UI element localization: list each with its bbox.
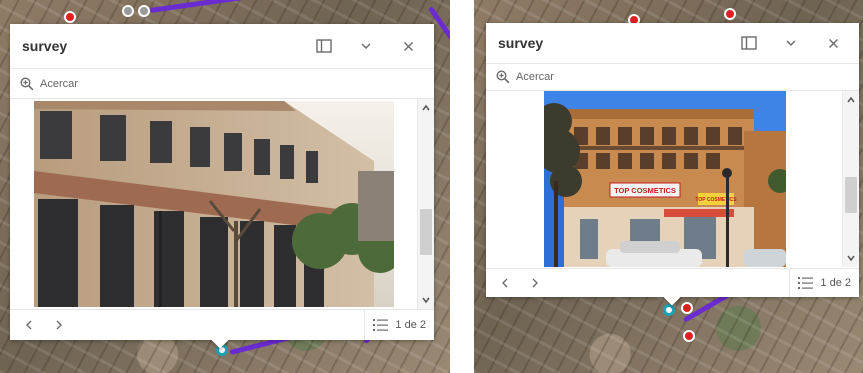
next-feature-button[interactable] <box>48 314 70 336</box>
feature-list-icon <box>373 319 389 331</box>
map-panel-right[interactable]: survey Acercar TOP COSMETICS TOP COSMETI… <box>474 0 863 373</box>
map-marker[interactable] <box>138 5 150 17</box>
chevron-left-icon <box>26 320 32 330</box>
popup-content[interactable]: TOP COSMETICS TOP COSMETICS <box>486 91 859 267</box>
chevron-right-icon <box>56 320 62 330</box>
pager-count: 1 de 2 <box>395 319 426 331</box>
close-icon[interactable] <box>394 32 422 60</box>
feature-popup: survey Acercar <box>10 24 434 349</box>
popup-title: survey <box>22 38 68 54</box>
map-marker[interactable] <box>681 302 693 314</box>
popup-header: survey <box>486 23 859 64</box>
storefront-photo: TOP COSMETICS TOP COSMETICS <box>544 91 786 267</box>
selected-map-marker[interactable] <box>663 304 675 316</box>
previous-feature-button[interactable] <box>494 272 516 294</box>
feature-popup: survey Acercar <box>486 23 859 306</box>
zoom-in-icon <box>496 70 510 84</box>
scroll-down-arrow[interactable] <box>421 295 431 305</box>
building-photo <box>34 101 394 307</box>
zoom-to-button[interactable]: Acercar <box>496 70 554 84</box>
previous-feature-button[interactable] <box>18 314 40 336</box>
zoom-in-icon <box>20 76 34 90</box>
feature-list-button[interactable]: 1 de 2 <box>364 310 434 340</box>
popup-title: survey <box>498 35 544 51</box>
chevron-right-icon <box>532 278 538 288</box>
scroll-up-arrow[interactable] <box>421 103 431 113</box>
chevron-down-icon[interactable] <box>777 29 805 57</box>
map-marker[interactable] <box>724 8 736 20</box>
feature-list-button[interactable]: 1 de 2 <box>789 269 859 297</box>
popup-actions: Acercar <box>10 69 434 99</box>
dock-icon[interactable] <box>310 32 338 60</box>
popup-scrollbar[interactable] <box>417 99 434 309</box>
popup-content[interactable] <box>10 99 434 309</box>
popup-header: survey <box>10 24 434 69</box>
map-marker[interactable] <box>122 5 134 17</box>
popup-actions: Acercar <box>486 64 859 91</box>
zoom-to-button[interactable]: Acercar <box>20 76 78 91</box>
dock-icon[interactable] <box>735 29 763 57</box>
next-feature-button[interactable] <box>524 272 546 294</box>
popup-footer: 1 de 2 <box>10 309 434 340</box>
pager-count: 1 de 2 <box>820 277 851 289</box>
popup-scrollbar[interactable] <box>842 91 859 267</box>
chevron-down-icon[interactable] <box>352 32 380 60</box>
map-panel-left[interactable]: survey Acercar 1 de 2 <box>0 0 450 373</box>
scroll-thumb[interactable] <box>420 209 432 255</box>
feature-list-icon <box>798 277 814 289</box>
scroll-down-arrow[interactable] <box>846 253 856 263</box>
zoom-to-label: Acercar <box>516 71 554 83</box>
storefront-sign: TOP COSMETICS <box>695 197 737 203</box>
chevron-left-icon <box>502 278 508 288</box>
map-marker[interactable] <box>683 330 695 342</box>
close-icon[interactable] <box>819 29 847 57</box>
scroll-thumb[interactable] <box>845 177 857 213</box>
popup-footer: 1 de 2 <box>486 268 859 297</box>
map-marker[interactable] <box>64 11 76 23</box>
zoom-to-label: Acercar <box>40 77 78 90</box>
storefront-sign: TOP COSMETICS <box>614 186 676 195</box>
scroll-up-arrow[interactable] <box>846 95 856 105</box>
